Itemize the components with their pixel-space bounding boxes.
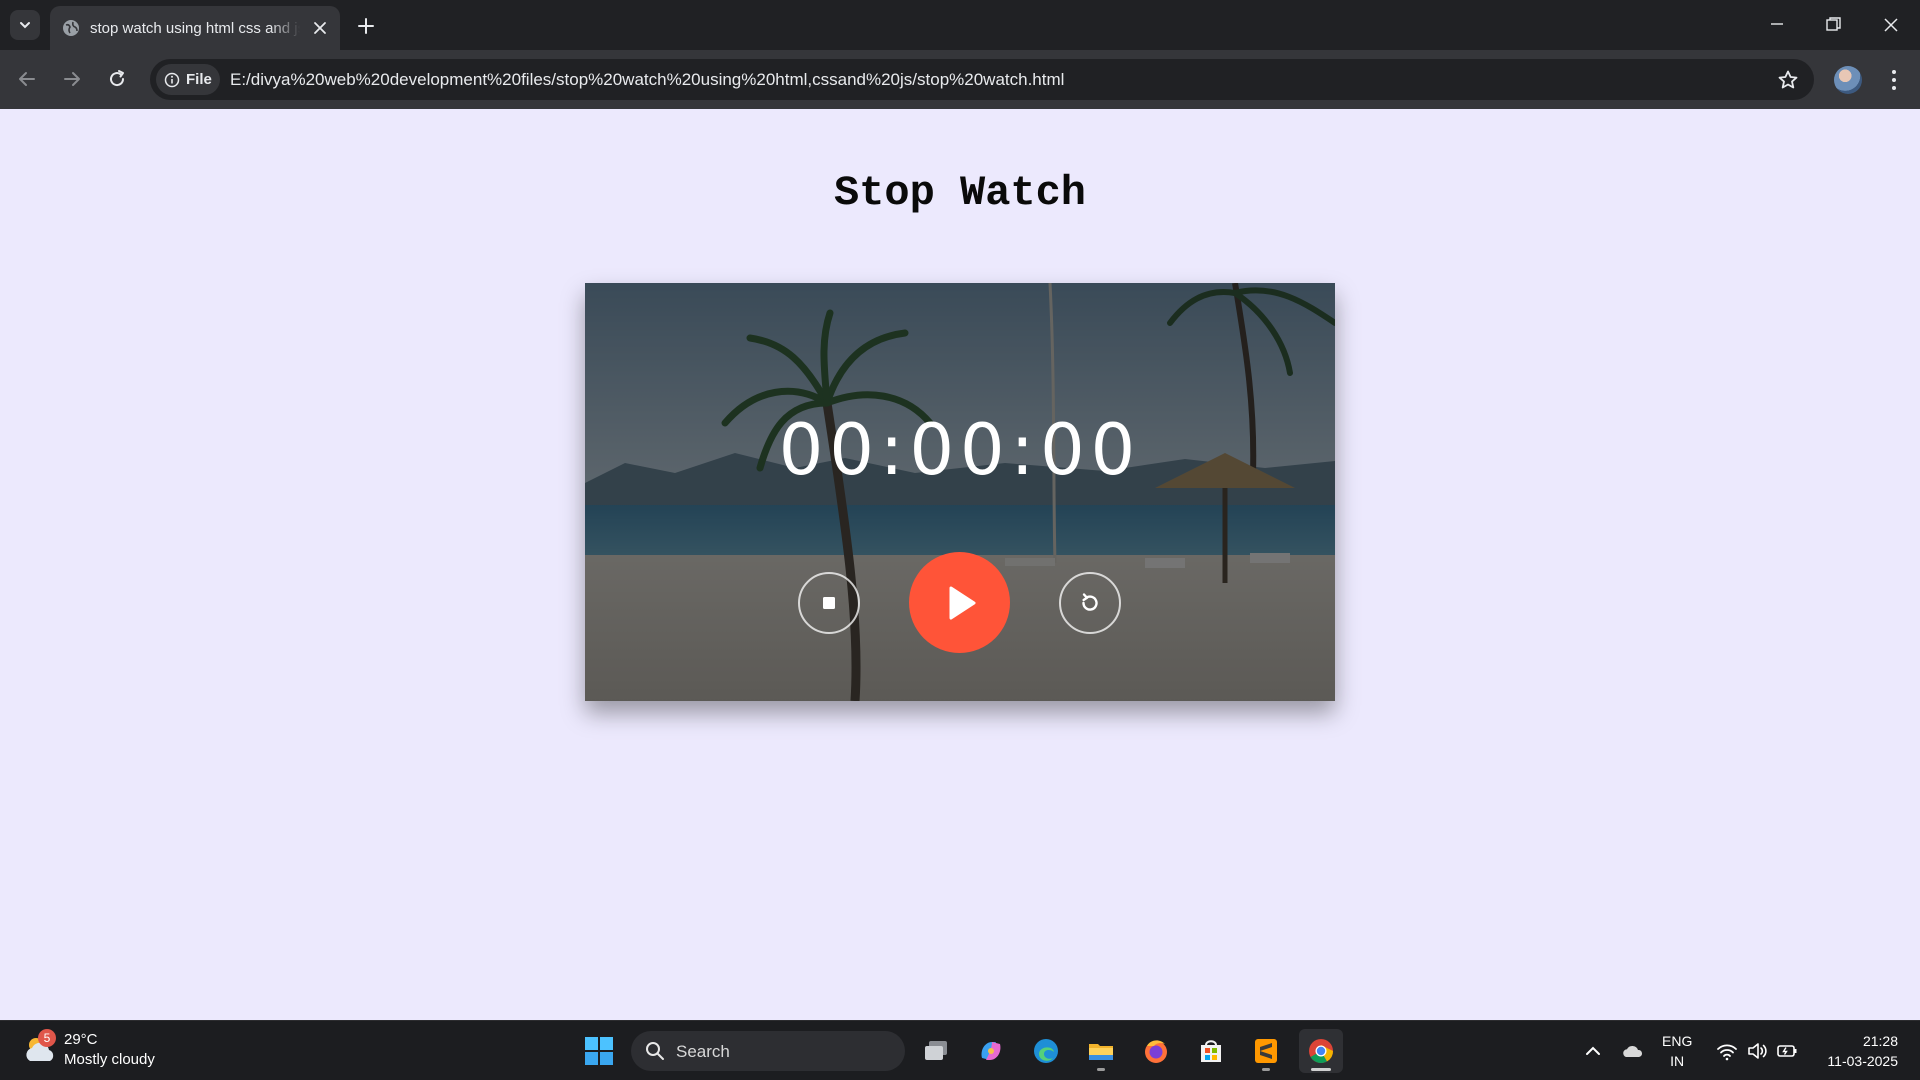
play-icon (949, 586, 975, 619)
running-indicator (1097, 1068, 1105, 1071)
system-clock[interactable]: 21:28 11-03-2025 (1812, 1031, 1898, 1071)
copilot-icon (981, 1042, 1001, 1060)
chevron-up-icon[interactable] (1581, 1039, 1605, 1063)
minimize-icon[interactable] (1763, 12, 1791, 38)
chrome-app[interactable] (1299, 1029, 1343, 1073)
weather-alert-badge: 5 (38, 1029, 56, 1047)
more-menu-icon[interactable] (1884, 66, 1904, 94)
clock-date: 11-03-2025 (1827, 1053, 1898, 1069)
copilot-app[interactable] (969, 1029, 1013, 1073)
taskbar-search[interactable]: Search (631, 1031, 905, 1071)
onedrive-cloud-icon[interactable] (1621, 1039, 1645, 1063)
region-code: IN (1670, 1053, 1685, 1069)
folder-icon (1089, 1044, 1113, 1060)
reset-button[interactable] (1059, 572, 1121, 634)
file-explorer-app[interactable] (1079, 1029, 1123, 1073)
weather-temperature: 29°C (64, 1031, 98, 1048)
url-text[interactable]: E:/divya%20web%20development%20files/sto… (230, 70, 1064, 90)
sublime-text-app[interactable] (1244, 1029, 1288, 1073)
site-info-chip[interactable]: File (156, 64, 220, 95)
close-window-icon[interactable] (1877, 12, 1905, 38)
windows-taskbar: 5 29°C Mostly cloudy Search ENG IN 21:28… (0, 1020, 1920, 1080)
web-page: Stop Watch 00:00:00 (0, 109, 1920, 1020)
time-display: 00:00:00 (778, 409, 1142, 491)
volume-icon[interactable] (1745, 1039, 1769, 1063)
microsoft-store-app[interactable] (1189, 1029, 1233, 1073)
search-icon (646, 1042, 664, 1060)
new-tab-icon[interactable] (354, 14, 378, 38)
search-label: Search (676, 1042, 730, 1061)
stop-icon (823, 597, 835, 609)
address-bar[interactable]: File E:/divya%20web%20development%20file… (150, 59, 1814, 100)
globe-icon (63, 20, 79, 36)
battery-icon[interactable] (1775, 1039, 1799, 1063)
reset-icon (1082, 593, 1098, 611)
language-code: ENG (1662, 1033, 1693, 1049)
tab-title: stop watch using html css and js (90, 20, 300, 37)
site-info-label: File (186, 71, 212, 88)
tab-search-button[interactable] (10, 10, 40, 40)
close-tab-icon[interactable] (310, 18, 330, 38)
active-indicator (1311, 1068, 1331, 1071)
clock-time: 21:28 (1862, 1033, 1898, 1049)
sublime-text-icon (1255, 1039, 1277, 1063)
task-view-app[interactable] (914, 1029, 958, 1073)
stop-button[interactable] (798, 572, 860, 634)
chevron-down-icon (20, 22, 30, 29)
language-indicator[interactable]: ENG IN (1662, 1031, 1692, 1071)
wifi-icon[interactable] (1715, 1039, 1739, 1063)
bookmark-star-icon[interactable] (1776, 68, 1800, 92)
task-view-icon (925, 1041, 947, 1060)
chrome-icon (1309, 1039, 1333, 1064)
running-indicator (1262, 1068, 1270, 1071)
firefox-icon (1145, 1040, 1167, 1063)
edge-app[interactable] (1024, 1029, 1068, 1073)
firefox-app[interactable] (1134, 1029, 1178, 1073)
back-arrow-icon[interactable] (14, 66, 40, 92)
browser-toolbar: File E:/divya%20web%20development%20file… (0, 50, 1920, 109)
windows-start-icon[interactable] (584, 1036, 614, 1066)
forward-arrow-icon[interactable] (59, 66, 85, 92)
browser-tab-strip: stop watch using html css and js (0, 0, 1920, 50)
stopwatch-card: 00:00:00 (585, 283, 1335, 701)
browser-tab[interactable]: stop watch using html css and js (50, 6, 340, 50)
reload-icon[interactable] (104, 66, 130, 92)
store-icon (1201, 1040, 1221, 1062)
info-icon (164, 72, 180, 87)
weather-description: Mostly cloudy (64, 1051, 155, 1068)
profile-avatar[interactable] (1834, 66, 1862, 94)
play-button[interactable] (909, 552, 1010, 653)
edge-icon (1034, 1039, 1058, 1063)
restore-icon[interactable] (1819, 12, 1847, 38)
page-title: Stop Watch (833, 169, 1087, 217)
